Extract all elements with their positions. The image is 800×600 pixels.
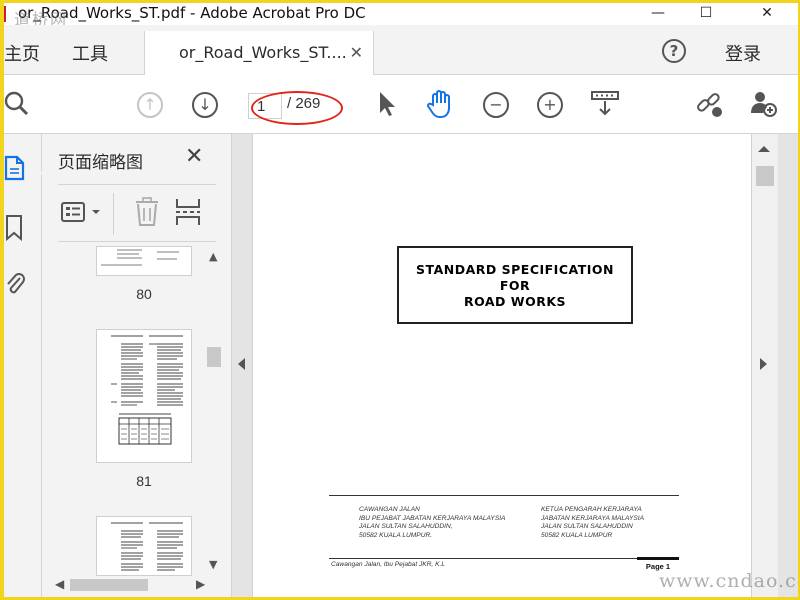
- next-page-icon[interactable]: ↓: [192, 92, 218, 118]
- annotation-oval: [251, 91, 343, 125]
- navigation-rail: [4, 134, 47, 597]
- panel-close-icon[interactable]: ✕: [185, 144, 203, 169]
- scroll-up-arrow-icon[interactable]: [758, 146, 770, 152]
- scrollbar-thumb[interactable]: [70, 579, 148, 591]
- expand-right-panel-icon[interactable]: [760, 358, 767, 370]
- scrollbar-thumb[interactable]: [756, 166, 774, 186]
- zoom-out-icon[interactable]: −: [483, 92, 509, 118]
- thumbnail-tools: [58, 184, 216, 242]
- address-line: 50582 KUALA LUMPUR: [541, 531, 613, 539]
- search-icon[interactable]: [4, 88, 34, 120]
- menu-tools[interactable]: 工具: [72, 40, 108, 66]
- document-title-line: ROAD WORKS: [463, 294, 567, 309]
- hand-tool-icon[interactable]: [425, 88, 455, 120]
- document-vertical-scrollbar[interactable]: [752, 134, 778, 597]
- page-footer-text: Cawangan Jalan, Ibu Pejabat JKR, K.L: [331, 561, 445, 568]
- thumbnail-panel: 页面缩略图 ✕ 80 81 ▲ ▼ ◀ ▶: [42, 134, 232, 597]
- address-line: IBU PEJABAT JABATAN KERJARAYA MALAYSIA: [359, 514, 506, 522]
- thumbnail-horizontal-scrollbar[interactable]: ◀ ▶: [50, 576, 210, 594]
- scroll-left-arrow-icon[interactable]: ◀: [55, 577, 64, 591]
- add-user-icon[interactable]: [748, 88, 778, 120]
- select-cursor-icon[interactable]: [372, 88, 402, 120]
- page-thumbnail[interactable]: [96, 246, 192, 276]
- panel-title: 页面缩略图: [58, 153, 143, 173]
- acrobat-app-icon: [4, 6, 12, 22]
- document-view[interactable]: STANDARD SPECIFICATION FOR ROAD WORKS CA…: [232, 134, 798, 597]
- menu-home[interactable]: 主页: [4, 40, 40, 66]
- document-title-line: FOR: [499, 278, 531, 293]
- zoom-in-icon[interactable]: +: [537, 92, 563, 118]
- address-line: CAWANGAN JALAN: [359, 506, 420, 513]
- document-tab-label: or_Road_Works_ST....: [179, 43, 347, 62]
- bookmark-icon[interactable]: [4, 214, 26, 242]
- footer-divider: [329, 558, 679, 559]
- document-tab-close-icon[interactable]: ✕: [350, 43, 363, 62]
- previous-page-icon[interactable]: ↑: [137, 92, 163, 118]
- thumbnail-options-icon[interactable]: [60, 199, 106, 227]
- collapse-left-panel-icon[interactable]: [238, 358, 245, 370]
- page-number-label: Page 1: [637, 557, 679, 571]
- address-left: CAWANGAN JALAN IBU PEJABAT JABATAN KERJA…: [359, 506, 505, 540]
- help-icon[interactable]: ?: [662, 39, 686, 63]
- title-bar: or_Road_Works_ST.pdf - Adobe Acrobat Pro…: [4, 3, 798, 29]
- pdf-page[interactable]: STANDARD SPECIFICATION FOR ROAD WORKS CA…: [252, 134, 752, 597]
- address-line: JALAN SULTAN SALAHUDDIN,: [359, 523, 453, 530]
- app-window: or_Road_Works_ST.pdf - Adobe Acrobat Pro…: [4, 3, 798, 597]
- page-thumbnail[interactable]: [96, 516, 192, 576]
- address-line: JABATAN KERJARAYA MALAYSIA: [541, 514, 644, 522]
- thumbnail-page-label: 80: [136, 286, 152, 302]
- scroll-up-arrow-icon[interactable]: ▲: [209, 250, 217, 263]
- delete-icon[interactable]: [133, 197, 161, 227]
- document-title-box: STANDARD SPECIFICATION FOR ROAD WORKS: [397, 246, 633, 324]
- thumbnail-page-label: 81: [136, 473, 152, 489]
- toolbar-divider: [113, 193, 114, 235]
- toolbar: ↑ ↓ / 269 − +: [4, 76, 798, 134]
- scrollbar-thumb[interactable]: [207, 347, 221, 367]
- address-line: JALAN SULTAN SALAHUDDIN: [541, 523, 633, 530]
- attachment-icon[interactable]: [4, 268, 26, 298]
- page-thumbnail[interactable]: [96, 329, 192, 463]
- window-title: or_Road_Works_ST.pdf - Adobe Acrobat Pro…: [18, 4, 366, 22]
- share-link-icon[interactable]: [694, 88, 724, 120]
- thumbnail-vertical-scrollbar[interactable]: ▲ ▼: [204, 246, 224, 576]
- document-tab[interactable]: or_Road_Works_ST.... ✕: [144, 31, 374, 75]
- page-extract-icon[interactable]: [174, 197, 202, 227]
- document-title-line: STANDARD SPECIFICATION: [416, 262, 614, 277]
- close-window-button[interactable]: ✕: [744, 3, 790, 25]
- menu-bar: 主页 工具 or_Road_Works_ST.... ✕ ? 登录: [4, 25, 798, 75]
- address-line: 50582 KUALA LUMPUR.: [359, 531, 433, 539]
- minimize-button[interactable]: —: [635, 3, 681, 25]
- page-display-icon[interactable]: [590, 88, 620, 120]
- divider-line: [329, 495, 679, 496]
- address-right: KETUA PENGARAH KERJARAYA JABATAN KERJARA…: [541, 506, 644, 540]
- scroll-down-arrow-icon[interactable]: ▼: [209, 558, 217, 571]
- maximize-button[interactable]: ☐: [683, 3, 729, 25]
- page-thumbnails-icon[interactable]: [4, 154, 26, 182]
- address-line: KETUA PENGARAH KERJARAYA: [541, 506, 642, 513]
- login-button[interactable]: 登录: [725, 40, 761, 66]
- scroll-right-arrow-icon[interactable]: ▶: [196, 577, 205, 591]
